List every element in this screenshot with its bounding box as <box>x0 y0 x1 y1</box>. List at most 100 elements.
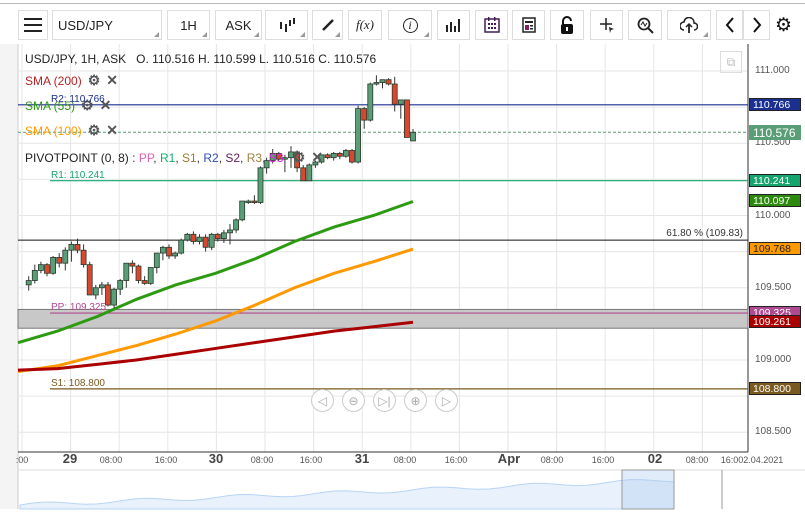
separator: , <box>262 151 269 165</box>
gear-icon[interactable]: ⚙ <box>88 72 101 89</box>
sma-line <box>17 320 414 372</box>
pivot-label: PIVOTPOINT (0, 8) <box>25 151 129 165</box>
candle-body <box>227 229 233 234</box>
close-icon[interactable]: ✕ <box>106 72 118 89</box>
gear-icon[interactable]: ⚙ <box>88 122 101 139</box>
time-tick: 16:00 <box>591 455 615 465</box>
candle-body <box>373 82 380 85</box>
zoom-in-icon: ⊕ <box>410 393 421 408</box>
candle-body <box>117 280 124 290</box>
candle-body <box>385 79 392 85</box>
last-price-tag: 110.576 <box>749 125 801 141</box>
pivot-label-pp: PP: 109.325 <box>51 302 107 314</box>
candle-body <box>196 236 203 242</box>
candle-body <box>355 108 362 163</box>
candle-body <box>403 99 410 138</box>
candle-body <box>56 257 63 264</box>
candle-body <box>336 152 343 157</box>
gear-icon[interactable]: ⚙ <box>293 149 306 166</box>
pan-left-button[interactable]: ◁ <box>311 389 334 412</box>
navigator-area <box>19 478 675 510</box>
pivot-item-r2: R2 <box>203 151 219 165</box>
candle-body <box>147 267 154 284</box>
left-gutter <box>0 44 18 509</box>
sma-price-tag: 110.097 <box>749 194 801 208</box>
candle-body <box>141 280 148 284</box>
candle-body <box>410 131 416 142</box>
time-tick: Apr <box>497 451 521 466</box>
time-tick: 08:00 <box>393 455 417 465</box>
candle-body <box>62 249 69 264</box>
candle-body <box>25 280 32 286</box>
candle-body <box>220 232 227 240</box>
candle-body <box>135 265 142 281</box>
candle-body <box>367 83 374 121</box>
candle-body <box>214 233 221 240</box>
time-tick: :00 <box>15 455 29 465</box>
price-tick: 109.000 <box>755 354 792 365</box>
candle-body <box>391 83 398 105</box>
pivotpoint-legend: PIVOTPOINT (0, 8) : PP, R1, S1, R2, S2, … <box>25 149 323 166</box>
zoom-out-button[interactable]: ⊖ <box>342 389 365 412</box>
jump-to-end-button[interactable]: ▷| <box>373 389 396 412</box>
candle-body <box>184 233 191 241</box>
candle-body <box>129 262 136 267</box>
pivot-label-r1: R1: 110.241 <box>51 169 105 181</box>
price-tick: 110.000 <box>755 209 791 221</box>
sma-price-tag: 109.261 <box>749 315 801 329</box>
pivot-item-r1: R1 <box>159 151 176 165</box>
time-tick: 02 <box>647 451 663 466</box>
ohlc-header: USD/JPY, 1H, ASK O. 110.516 H. 110.599 L… <box>25 52 377 66</box>
candle-body <box>330 152 337 159</box>
candle-body <box>379 79 386 83</box>
time-tick: 16:00 <box>299 455 323 465</box>
time-tick: 29 <box>62 451 78 466</box>
candle-body <box>111 288 117 306</box>
indicator-label: SMA (200) <box>25 74 82 88</box>
candle-body <box>178 239 185 254</box>
candle-body <box>80 249 87 266</box>
candle-body <box>153 252 160 268</box>
candle-body <box>172 252 179 257</box>
price-tick: 108.500 <box>755 426 792 438</box>
candle-body <box>38 264 44 271</box>
pivot-item-s3: S3 <box>268 151 284 165</box>
candle-body <box>166 246 172 257</box>
candle-body <box>74 243 81 251</box>
time-tick: 16:002.04.2021 <box>720 455 784 465</box>
candle-body <box>105 284 111 306</box>
separator: , <box>240 151 247 165</box>
price-chart[interactable] <box>0 0 805 516</box>
triangle-left-icon: ◁ <box>317 393 328 408</box>
candle-body <box>239 200 246 221</box>
time-tick: 08:00 <box>250 455 274 465</box>
time-tick: 08:00 <box>685 455 709 465</box>
popout-button[interactable]: ⧉ <box>720 51 742 73</box>
time-tick: 31 <box>354 451 370 466</box>
candle-body <box>306 164 313 182</box>
separator: , <box>175 151 182 165</box>
pan-right-button[interactable]: ▷ <box>435 389 458 412</box>
time-tick: 30 <box>208 451 224 466</box>
indicator-label: SMA (100) <box>25 124 82 138</box>
candle-body <box>123 262 130 281</box>
skip-end-icon: ▷| <box>378 393 391 408</box>
pivot-label-r2: R2: 110.766 <box>51 93 105 105</box>
candle-body <box>342 150 349 157</box>
pivot-item-s1: S1 <box>181 151 197 165</box>
candle-body <box>31 270 38 281</box>
pivot-separator: : <box>128 151 139 165</box>
indicator-legend-2: SMA (100) ⚙ ✕ <box>25 122 118 139</box>
time-tick: 08:00 <box>99 455 123 465</box>
zoom-in-button[interactable]: ⊕ <box>404 389 427 412</box>
candle-body <box>233 219 240 231</box>
close-icon[interactable]: ✕ <box>311 149 323 166</box>
candle-body <box>349 150 355 163</box>
candle-body <box>159 246 166 254</box>
triangle-right-icon: ▷ <box>441 393 452 408</box>
candle-body <box>208 233 215 248</box>
close-icon[interactable]: ✕ <box>106 122 118 139</box>
candle-body <box>324 154 331 159</box>
candle-body <box>257 167 264 203</box>
separator: , <box>153 151 160 165</box>
